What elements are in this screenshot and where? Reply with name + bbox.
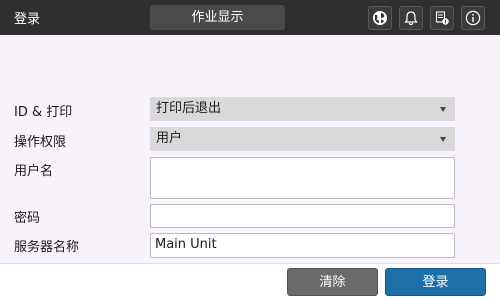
id-print-label: ID & 打印	[14, 105, 73, 120]
id-print-select[interactable]: 打印后退出	[150, 97, 455, 121]
server-value: Main Unit	[155, 237, 217, 252]
info-button[interactable]	[461, 6, 485, 30]
chevron-down-icon	[440, 137, 446, 142]
notification-button[interactable]	[399, 6, 423, 30]
password-field[interactable]	[150, 204, 455, 228]
device-status-button[interactable]	[430, 6, 454, 30]
permission-select[interactable]: 用户	[150, 127, 455, 151]
bell-icon	[404, 11, 418, 26]
permission-value: 用户	[156, 131, 183, 146]
clear-button[interactable]: 清除	[287, 268, 378, 296]
page-title: 登录	[14, 12, 41, 27]
server-field[interactable]: Main Unit	[150, 233, 455, 258]
globe-icon	[373, 11, 387, 25]
username-label: 用户名	[14, 164, 54, 179]
top-bar: 登录 作业显示	[0, 0, 500, 35]
info-icon	[465, 10, 481, 26]
id-print-value: 打印后退出	[156, 101, 222, 116]
globe-button[interactable]	[368, 6, 392, 30]
permission-label: 操作权限	[14, 135, 67, 150]
password-label: 密码	[14, 211, 41, 226]
job-display-button[interactable]: 作业显示	[150, 5, 285, 30]
bottom-bar: 清除 登录	[0, 263, 500, 300]
chevron-down-icon	[440, 107, 446, 112]
username-field[interactable]	[150, 157, 455, 199]
login-button[interactable]: 登录	[385, 268, 486, 296]
server-label: 服务器名称	[14, 240, 80, 255]
device-status-icon	[435, 11, 449, 25]
